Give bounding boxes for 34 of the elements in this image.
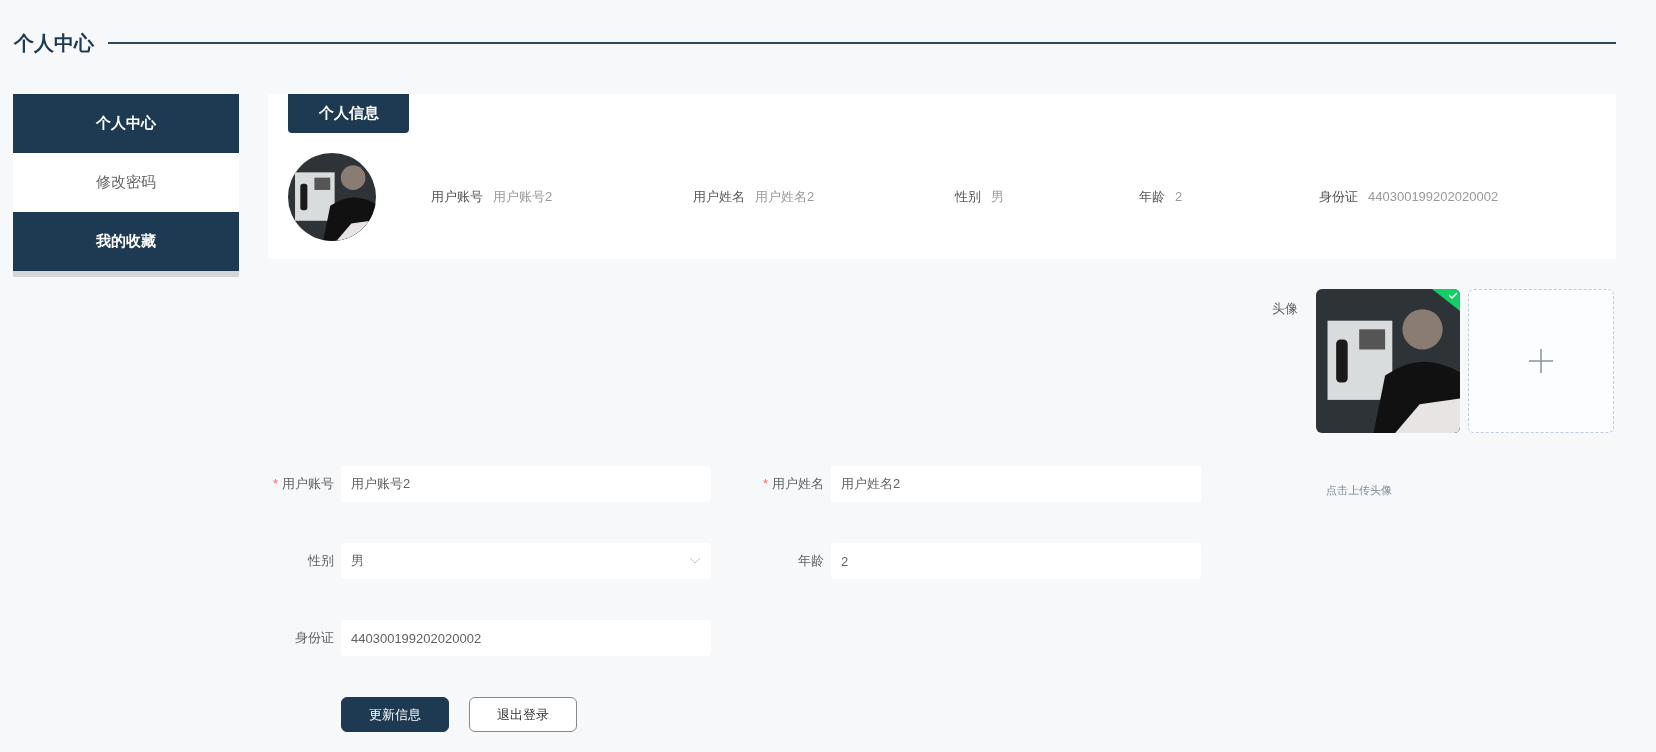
info-value: 2 [1175,188,1183,207]
field-label: 年龄 [798,552,824,571]
input-field[interactable]: 用户账号2 [341,466,711,502]
avatar-label: 头像 [1272,300,1298,318]
upload-box[interactable] [1468,289,1614,433]
select-field[interactable]: 男 [341,543,711,579]
info-value: 男 [991,188,1004,207]
form-button[interactable]: 退出登录 [469,697,577,732]
plus-icon [1529,349,1553,373]
sidebar-item[interactable]: 我的收藏 [13,212,239,271]
field-label: 身份证 [295,629,334,648]
sidebar-item[interactable]: 修改密码 [13,153,239,212]
info-tab[interactable]: 个人信息 [288,94,409,133]
page-title: 个人中心 [14,31,94,56]
input-field[interactable]: 2 [831,543,1201,579]
field-label: 用户姓名 [772,475,824,494]
info-label: 年龄 [1139,188,1165,207]
info-value: 用户账号2 [493,188,553,207]
field-label: 用户账号 [282,475,334,494]
info-value: 440300199202020002 [1368,188,1499,207]
form-button[interactable]: 更新信息 [341,697,449,732]
input-field[interactable]: 用户姓名2 [831,466,1201,502]
upload-hint: 点击上传头像 [1326,483,1392,498]
field-label: 性别 [308,552,334,571]
info-label: 性别 [955,188,981,207]
info-label: 用户账号 [431,188,483,207]
input-field[interactable]: 440300199202020002 [341,620,711,656]
required-mark: * [762,475,768,494]
info-value: 用户姓名2 [755,188,815,207]
required-mark: * [272,475,278,494]
chevron-down-icon [689,557,701,565]
info-label: 用户姓名 [693,188,745,207]
sidebar-item[interactable]: 个人中心 [13,94,239,153]
info-label: 身份证 [1319,188,1358,207]
